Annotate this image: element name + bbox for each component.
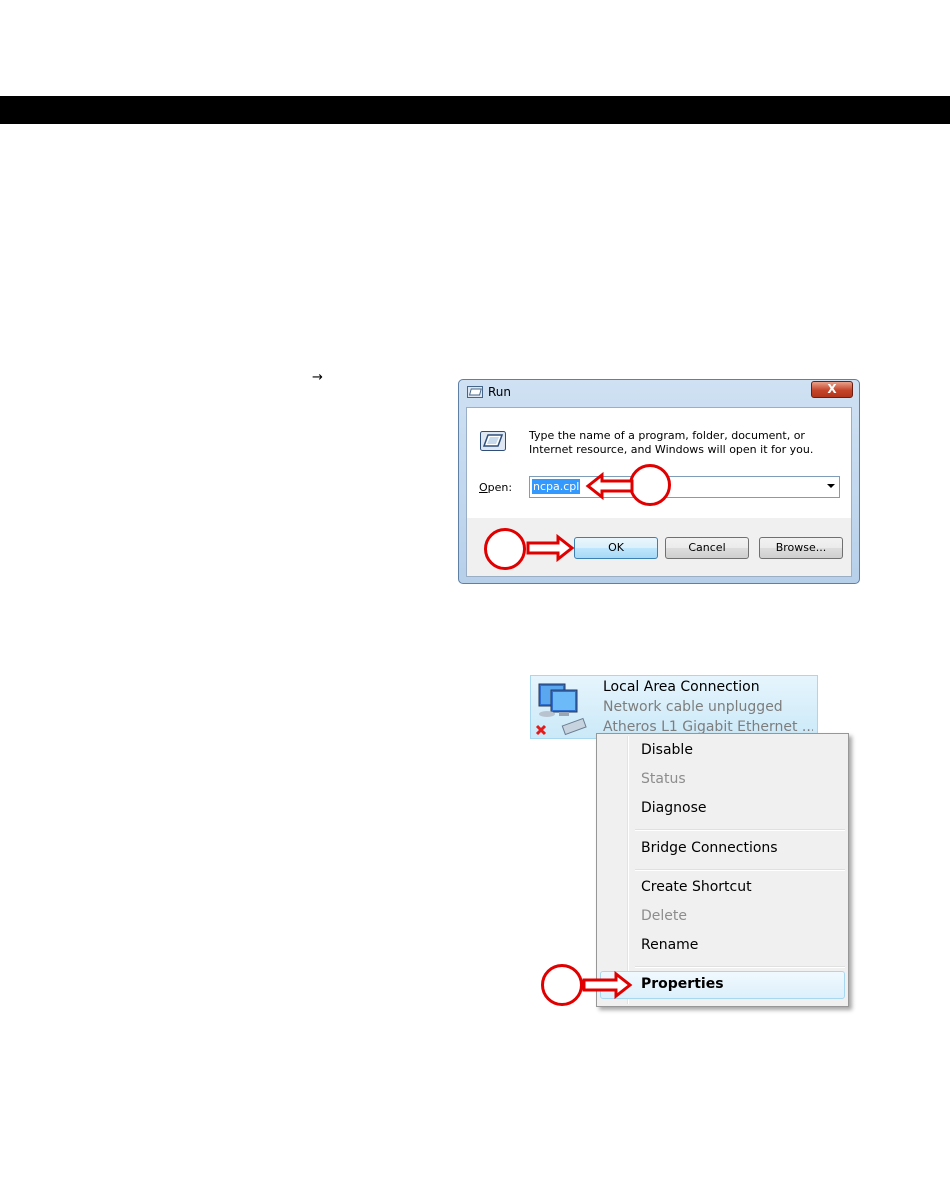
connection-name: Local Area Connection	[603, 679, 760, 695]
open-label: Open:	[479, 481, 513, 494]
menu-item-rename[interactable]: Rename	[641, 937, 698, 953]
run-dialog-title: Run	[488, 385, 512, 399]
connection-status: Network cable unplugged	[603, 699, 783, 715]
menu-item-bridge-connections[interactable]: Bridge Connections	[641, 840, 778, 856]
header-bar	[0, 96, 950, 124]
menu-separator	[635, 966, 845, 968]
callout-arrow-ok	[526, 533, 575, 563]
close-button[interactable]: X	[811, 381, 853, 398]
menu-item-diagnose[interactable]: Diagnose	[641, 800, 706, 816]
ok-button[interactable]: OK	[574, 537, 658, 559]
run-program-icon	[480, 431, 506, 451]
callout-circle-properties	[541, 964, 583, 1006]
chevron-down-icon[interactable]	[827, 484, 835, 488]
menu-item-create-shortcut[interactable]: Create Shortcut	[641, 879, 752, 895]
menu-item-delete: Delete	[641, 908, 687, 924]
menu-separator	[635, 869, 845, 871]
browse-button[interactable]: Browse...	[759, 537, 843, 559]
network-adapter-icon	[535, 683, 587, 736]
local-area-connection[interactable]: Local Area Connection Network cable unpl…	[530, 675, 818, 739]
callout-arrow-open	[585, 471, 634, 501]
run-icon	[467, 386, 483, 398]
callout-circle-ok	[484, 528, 526, 570]
run-titlebar[interactable]: Run X	[459, 380, 859, 406]
cancel-button[interactable]: Cancel	[665, 537, 749, 559]
context-menu: Disable Status Diagnose Bridge Connectio…	[596, 733, 849, 1007]
callout-arrow-properties	[582, 970, 633, 1000]
right-arrow-glyph: →	[312, 370, 323, 385]
menu-gutter	[627, 736, 629, 1004]
open-combobox[interactable]: ncpa.cpl	[529, 476, 840, 498]
menu-item-properties[interactable]: Properties	[641, 976, 724, 992]
close-icon: X	[827, 382, 837, 396]
menu-separator	[635, 829, 845, 831]
menu-item-status: Status	[641, 771, 686, 787]
run-description: Type the name of a program, folder, docu…	[529, 429, 814, 456]
open-input-value[interactable]: ncpa.cpl	[532, 479, 581, 494]
menu-item-disable[interactable]: Disable	[641, 742, 693, 758]
